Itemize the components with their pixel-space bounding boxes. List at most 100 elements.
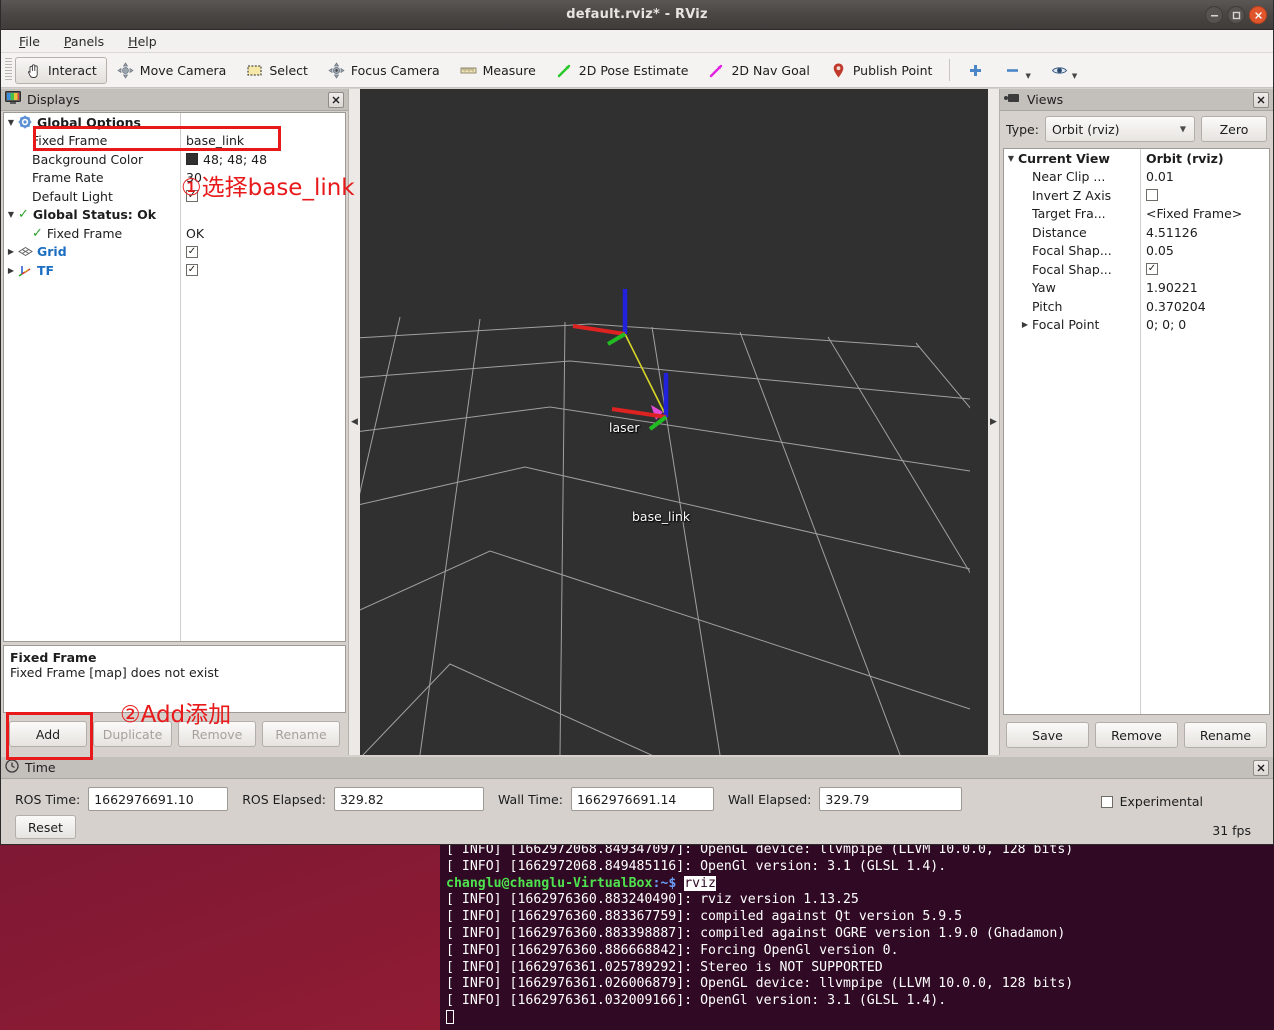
add-button[interactable]: Add <box>9 721 87 747</box>
tool-remove-button[interactable]: ▼ <box>994 57 1040 84</box>
views-row-current-view[interactable]: ▼ Current View Orbit (rviz) <box>1004 149 1269 168</box>
tree-row-grid[interactable]: ▶ Grid ✓ <box>4 243 345 262</box>
menu-panels[interactable]: Panels <box>54 32 114 51</box>
focal-shape-size-value[interactable]: 0.05 <box>1146 243 1174 258</box>
frame-rate-value[interactable]: 30 <box>186 170 202 185</box>
focal-point-value[interactable]: 0; 0; 0 <box>1146 317 1186 332</box>
tree-row-status-fixed-frame[interactable]: ✓ Fixed Frame OK <box>4 224 345 243</box>
gear-icon <box>18 115 33 129</box>
color-swatch-icon[interactable] <box>186 153 198 166</box>
views-row-target-frame[interactable]: Target Fra... <Fixed Frame> <box>1004 205 1269 224</box>
views-tree-label: Focal Point <box>1032 317 1100 333</box>
toolbar-drag-handle[interactable] <box>5 58 12 82</box>
terminal-line: [ INFO] [1662976361.025789292]: Stereo i… <box>446 959 883 975</box>
reset-button[interactable]: Reset <box>15 815 76 839</box>
maximize-icon[interactable] <box>1227 6 1245 24</box>
distance-value[interactable]: 4.51126 <box>1146 225 1198 240</box>
expander-down-icon-views[interactable]: ▼ <box>1004 154 1018 163</box>
views-row-invert-z-axis[interactable]: Invert Z Axis <box>1004 186 1269 205</box>
minimize-icon[interactable] <box>1205 6 1223 24</box>
views-tree[interactable]: ▼ Current View Orbit (rviz) Near Clip ..… <box>1003 148 1270 715</box>
views-row-distance[interactable]: Distance 4.51126 <box>1004 223 1269 242</box>
views-tree-label: Invert Z Axis <box>1032 187 1112 203</box>
map-pin-icon <box>830 62 847 79</box>
tool-measure-button[interactable]: Measure <box>450 57 546 84</box>
time-panel-close-button[interactable] <box>1253 760 1269 776</box>
views-type-combobox[interactable]: Orbit (rviz) ▼ <box>1044 116 1195 142</box>
zero-button[interactable]: Zero <box>1201 116 1267 142</box>
chevron-down-icon[interactable]: ▼ <box>1025 72 1030 80</box>
experimental-toggle[interactable]: Experimental <box>1100 794 1203 809</box>
terminal-window[interactable]: [ INFO] [1662972068.849347097]: OpenGL d… <box>440 840 1274 1030</box>
target-frame-value[interactable]: <Fixed Frame> <box>1146 206 1242 221</box>
tool-move-camera-label: Move Camera <box>139 62 227 78</box>
menu-panels-mnemonic: P <box>63 33 71 49</box>
near-clip-value[interactable]: 0.01 <box>1146 169 1174 184</box>
views-row-focal-shape-fixed-size[interactable]: Focal Shap... ✓ <box>1004 260 1269 279</box>
tool-publish-point-button[interactable]: Publish Point <box>820 57 943 84</box>
tool-select-label: Select <box>269 62 308 78</box>
displays-panel-title: Displays <box>27 92 80 107</box>
menu-file[interactable]: File <box>9 32 50 51</box>
tree-row-global-options[interactable]: ▼ Global Options <box>4 113 345 132</box>
invert-z-axis-checkbox[interactable] <box>1146 189 1158 202</box>
tool-focus-camera-button[interactable]: Focus Camera <box>318 57 450 84</box>
terminal-line: changlu@changlu-VirtualBox:~$ rviz <box>446 875 1270 893</box>
chevron-down-icon-2[interactable]: ▼ <box>1072 72 1077 80</box>
wall-time-field[interactable]: 1662976691.14 <box>570 787 714 811</box>
grid-checkbox[interactable]: ✓ <box>186 245 198 258</box>
views-row-near-clip[interactable]: Near Clip ... 0.01 <box>1004 168 1269 187</box>
views-row-focal-point[interactable]: ▶ Focal Point 0; 0; 0 <box>1004 316 1269 335</box>
wall-elapsed-field[interactable]: 329.79 <box>819 787 963 811</box>
tool-visibility-button[interactable]: ▼ <box>1041 57 1087 84</box>
tree-row-default-light[interactable]: Default Light ✓ <box>4 187 345 206</box>
tool-select-button[interactable]: Select <box>236 57 318 84</box>
fixed-frame-value[interactable]: base_link <box>186 133 244 148</box>
tree-row-background-color[interactable]: Background Color 48; 48; 48 <box>4 150 345 169</box>
tool-move-camera-button[interactable]: Move Camera <box>107 57 237 84</box>
rename-view-button[interactable]: Rename <box>1184 722 1267 748</box>
expander-right-icon[interactable]: ▶ <box>4 247 18 256</box>
expander-down-icon-2[interactable]: ▼ <box>4 210 18 219</box>
pitch-value[interactable]: 0.370204 <box>1146 299 1206 314</box>
experimental-checkbox[interactable] <box>1100 795 1113 808</box>
default-light-checkbox[interactable]: ✓ <box>186 190 198 203</box>
tree-row-global-status[interactable]: ▼ ✓ Global Status: Ok <box>4 206 345 225</box>
expander-right-icon-focal-point[interactable]: ▶ <box>1018 320 1032 329</box>
views-panel-close-button[interactable] <box>1253 92 1269 108</box>
focal-shape-fixed-size-checkbox[interactable]: ✓ <box>1146 263 1158 276</box>
views-row-yaw[interactable]: Yaw 1.90221 <box>1004 279 1269 298</box>
background-color-value[interactable]: 48; 48; 48 <box>203 152 267 167</box>
rename-display-button: Rename <box>262 721 340 747</box>
ros-elapsed-field[interactable]: 329.82 <box>333 787 484 811</box>
displays-tree[interactable]: ▼ Global Options Fixed Frame base_link B… <box>3 112 346 642</box>
time-fields-row: ROS Time: 1662976691.10 ROS Elapsed: 329… <box>1 779 1273 811</box>
render-viewport-3d[interactable]: laser base_link <box>360 89 988 755</box>
ruler-icon <box>460 62 477 79</box>
views-tree-label: Near Clip ... <box>1032 169 1106 185</box>
save-view-button[interactable]: Save <box>1006 722 1089 748</box>
tree-row-tf[interactable]: ▶ TF ✓ <box>4 261 345 280</box>
yaw-value[interactable]: 1.90221 <box>1146 280 1198 295</box>
tool-2d-pose-estimate-button[interactable]: 2D Pose Estimate <box>546 57 699 84</box>
views-row-focal-shape-size[interactable]: Focal Shap... 0.05 <box>1004 242 1269 261</box>
tool-2d-nav-goal-button[interactable]: 2D Nav Goal <box>698 57 819 84</box>
displays-panel-close-button[interactable] <box>328 92 344 108</box>
tree-row-fixed-frame[interactable]: Fixed Frame base_link <box>4 132 345 151</box>
expander-right-icon-2[interactable]: ▶ <box>4 266 18 275</box>
collapse-right-handle[interactable]: ▶ <box>988 89 999 755</box>
menu-file-label: ile <box>25 33 40 49</box>
tool-interact-button[interactable]: Interact <box>15 56 107 84</box>
tf-checkbox[interactable]: ✓ <box>186 264 198 277</box>
tf-label-base-link: base_link <box>632 509 691 524</box>
close-icon[interactable] <box>1249 6 1267 24</box>
remove-view-button[interactable]: Remove <box>1095 722 1178 748</box>
tree-row-frame-rate[interactable]: Frame Rate 30 <box>4 169 345 188</box>
ros-time-field[interactable]: 1662976691.10 <box>88 787 229 811</box>
tool-add-button[interactable] <box>957 57 994 84</box>
views-row-pitch[interactable]: Pitch 0.370204 <box>1004 297 1269 316</box>
views-camera-icon <box>1004 92 1021 107</box>
menu-help[interactable]: Help <box>118 32 167 51</box>
expander-down-icon[interactable]: ▼ <box>4 118 18 127</box>
collapse-left-handle[interactable]: ◀ <box>349 89 360 755</box>
